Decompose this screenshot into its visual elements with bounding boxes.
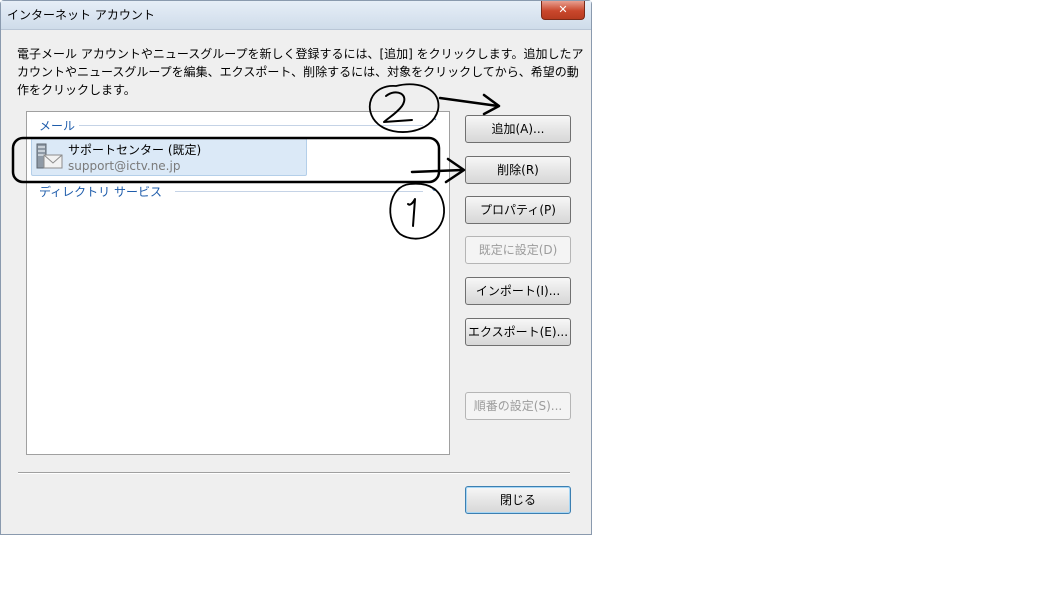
list-item-account[interactable]: サポートセンター (既定) support@ictv.ne.jp	[31, 138, 307, 176]
set-default-button[interactable]: 既定に設定(D)	[465, 236, 571, 264]
group-divider	[175, 191, 423, 192]
set-order-button[interactable]: 順番の設定(S)...	[465, 392, 571, 420]
instruction-text: 電子メール アカウントやニュースグループを新しく登録するには、[追加] をクリッ…	[17, 47, 584, 97]
chevron-down-icon[interactable]: ⌄	[430, 183, 438, 194]
close-window-button[interactable]: ✕	[541, 1, 585, 20]
group-header-mail[interactable]: メール	[39, 117, 75, 134]
mail-account-icon	[36, 143, 63, 169]
properties-button[interactable]: プロパティ(P)	[465, 196, 571, 224]
title-bar: インターネット アカウント ✕	[1, 1, 591, 30]
account-email: support@ictv.ne.jp	[68, 159, 181, 173]
remove-button[interactable]: 削除(R)	[465, 156, 571, 184]
group-header-directory-service[interactable]: ディレクトリ サービス	[39, 183, 162, 200]
export-button[interactable]: エクスポート(E)...	[465, 318, 571, 346]
close-icon: ✕	[558, 3, 568, 16]
import-button[interactable]: インポート(I)...	[465, 277, 571, 305]
close-dialog-button[interactable]: 閉じる	[465, 486, 571, 514]
add-button[interactable]: 追加(A)...	[465, 115, 571, 143]
account-name: サポートセンター (既定)	[68, 143, 202, 157]
footer-divider	[18, 472, 570, 474]
group-divider	[79, 125, 423, 126]
account-list[interactable]: メール ⌃ サポートセンター (既定) support@ictv.ne.jp デ…	[26, 111, 450, 455]
window-title: インターネット アカウント	[7, 8, 155, 22]
chevron-up-icon[interactable]: ⌃	[430, 117, 438, 128]
internet-accounts-dialog: インターネット アカウント ✕ 電子メール アカウントやニュースグループを新しく…	[0, 0, 592, 535]
